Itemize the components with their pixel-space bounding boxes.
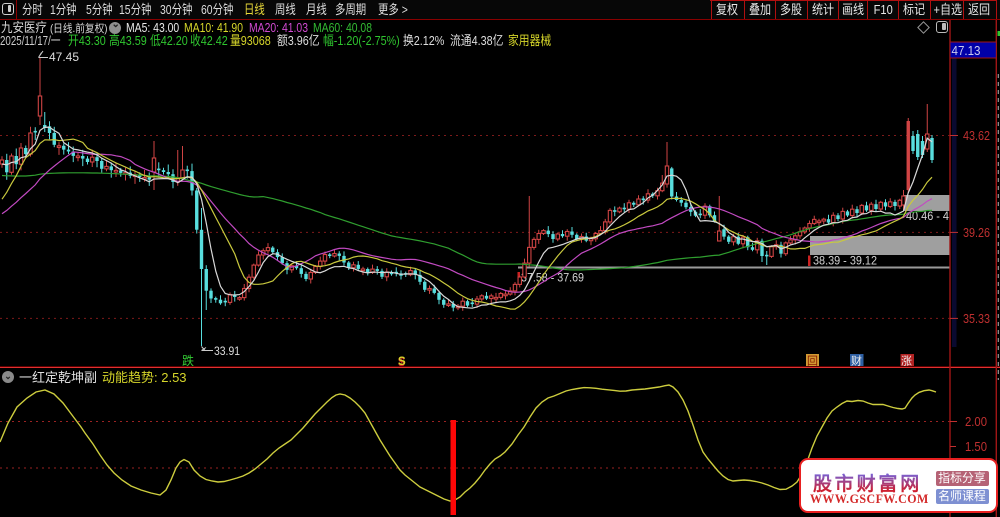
svg-text:2.00: 2.00 [965,414,987,429]
svg-text:47.13: 47.13 [952,43,981,58]
svg-text:1.50: 1.50 [965,439,987,454]
svg-text:38.39 - 39.12: 38.39 - 39.12 [813,254,877,268]
svg-text:涨: 涨 [901,355,912,368]
svg-text:39.26: 39.26 [963,225,990,240]
svg-text:33.91: 33.91 [214,344,240,358]
svg-text:回: 回 [807,355,818,368]
svg-text:43.62: 43.62 [963,128,990,143]
svg-text:35.33: 35.33 [963,311,990,326]
svg-text:财: 财 [851,354,862,368]
svg-text:47.45: 47.45 [49,50,79,64]
svg-text:跌: 跌 [182,353,194,368]
